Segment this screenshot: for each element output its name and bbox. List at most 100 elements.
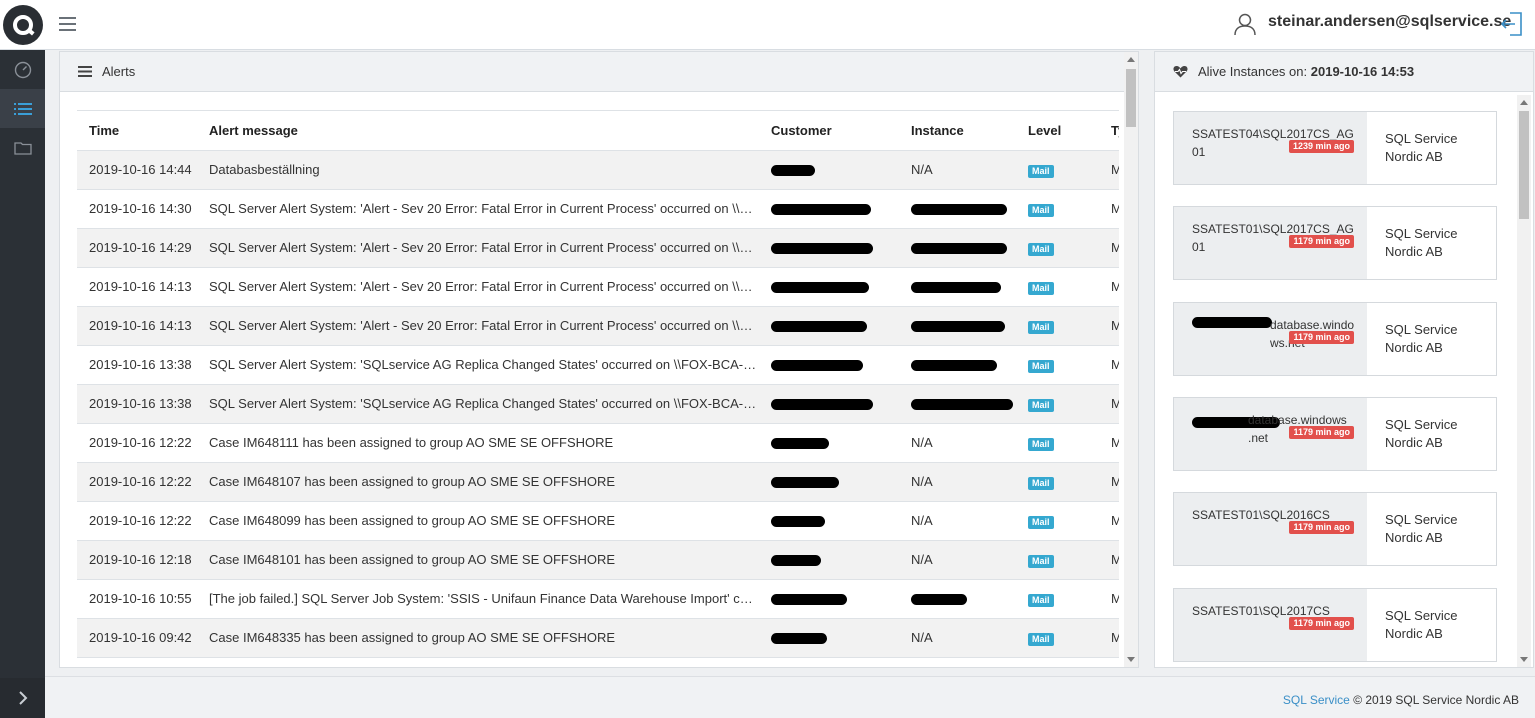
sidebar-expand-button[interactable]: [0, 678, 45, 718]
redaction-mark: [771, 321, 867, 333]
instance-card[interactable]: SSATEST04\SQL2017CS_AG 01 1239 min ago S…: [1173, 111, 1497, 185]
cell-customer: [759, 618, 899, 658]
cell-type: M: [1099, 618, 1119, 658]
table-row[interactable]: 2019-10-16 12:22 Case IM648111 has been …: [77, 423, 1119, 463]
table-row[interactable]: 2019-10-16 14:13 SQL Server Alert System…: [77, 306, 1119, 346]
cell-message: SQL Server Alert System: 'Alert - Sev 20…: [197, 267, 759, 307]
footer-link[interactable]: SQL Service: [1283, 693, 1350, 707]
alive-instances-panel: Alive Instances on: 2019-10-16 14:53 SSA…: [1154, 51, 1534, 668]
cell-message: SQL Server Alert System: 'Alert - Sev 20…: [197, 228, 759, 268]
instance-card[interactable]: SSATEST01\SQL2017CS 1179 min ago SQL Ser…: [1173, 588, 1497, 662]
alive-instances-title: Alive Instances on: 2019-10-16 14:53: [1198, 64, 1414, 79]
cell-message: Case IM648111 has been assigned to group…: [197, 423, 759, 463]
redaction-mark: [911, 282, 1001, 294]
alerts-scrollbar-thumb[interactable]: [1126, 69, 1136, 127]
level-badge: Mail: [1028, 242, 1054, 256]
redaction-mark: [911, 321, 1005, 333]
hamburger-icon[interactable]: [59, 17, 76, 32]
cell-type: M: [1099, 501, 1119, 541]
column-header-time[interactable]: Time: [77, 111, 197, 151]
cell-type: M: [1099, 228, 1119, 268]
table-row[interactable]: 2019-10-16 12:18 Case IM648101 has been …: [77, 540, 1119, 580]
column-header-alert-message[interactable]: Alert message: [197, 111, 759, 151]
table-row[interactable]: 2019-10-16 12:22 Case IM648099 has been …: [77, 501, 1119, 541]
level-badge: Mail: [1028, 164, 1054, 178]
logout-icon[interactable]: [1500, 11, 1524, 37]
footer-text: SQL Service © 2019 SQL Service Nordic AB: [1283, 693, 1519, 707]
alerts-table-body: 2019-10-16 14:44 Databasbeställning N/A …: [77, 150, 1119, 658]
instance-name-area: SSATEST01\SQL2016CS 1179 min ago: [1174, 493, 1367, 565]
cell-type: M: [1099, 423, 1119, 463]
redaction-mark: [911, 204, 1007, 216]
alerts-table: Time Alert message Customer Instance Lev…: [77, 111, 1119, 658]
table-row[interactable]: 2019-10-16 13:38 SQL Server Alert System…: [77, 345, 1119, 385]
cell-message: SQL Server Alert System: 'SQLservice AG …: [197, 384, 759, 424]
cell-instance: N/A: [899, 618, 1016, 658]
redaction-mark: [911, 360, 997, 372]
instances-scrollbar[interactable]: [1517, 95, 1531, 667]
table-row[interactable]: 2019-10-16 14:13 SQL Server Alert System…: [77, 267, 1119, 307]
cell-time: 2019-10-16 12:18: [77, 540, 197, 580]
cell-instance: [899, 267, 1016, 307]
instance-card[interactable]: SSATEST01\SQL2017CS_AG 01 1179 min ago S…: [1173, 206, 1497, 280]
column-header-level[interactable]: Level: [1016, 111, 1099, 151]
table-row[interactable]: 2019-10-16 10:55 [The job failed.] SQL S…: [77, 579, 1119, 619]
cell-level: Mail: [1016, 423, 1099, 463]
sidebar-item-folder[interactable]: [0, 128, 45, 167]
cell-message: [The job failed.] SQL Server Job System:…: [197, 579, 759, 619]
table-row[interactable]: 2019-10-16 14:30 SQL Server Alert System…: [77, 189, 1119, 229]
column-header-instance[interactable]: Instance: [899, 111, 1016, 151]
sidebar-item-dashboard[interactable]: [0, 50, 45, 89]
instance-card[interactable]: database.windows .net 1179 min ago SQL S…: [1173, 397, 1497, 471]
cell-type: M: [1099, 579, 1119, 619]
instance-name-area: database.windows .net 1179 min ago: [1174, 398, 1367, 470]
table-row[interactable]: 2019-10-16 12:22 Case IM648107 has been …: [77, 462, 1119, 502]
q-logo-icon[interactable]: [3, 5, 43, 45]
cell-customer: [759, 306, 899, 346]
cell-message: SQL Server Alert System: 'Alert - Sev 20…: [197, 306, 759, 346]
cell-instance: N/A: [899, 150, 1016, 190]
instance-customer: SQL Service Nordic AB: [1385, 322, 1458, 355]
table-row[interactable]: 2019-10-16 09:42 Case IM648335 has been …: [77, 618, 1119, 658]
column-header-type[interactable]: Ty: [1099, 111, 1119, 151]
cell-time: 2019-10-16 13:38: [77, 384, 197, 424]
heartbeat-icon: [1173, 66, 1188, 78]
instance-customer: SQL Service Nordic AB: [1385, 226, 1458, 259]
cell-level: Mail: [1016, 618, 1099, 658]
instances-scrollbar-thumb[interactable]: [1519, 111, 1529, 219]
redaction-mark: [771, 477, 839, 489]
cell-level: Mail: [1016, 501, 1099, 541]
sidebar-item-alerts[interactable]: [0, 89, 45, 128]
cell-instance: [899, 306, 1016, 346]
cell-time: 2019-10-16 12:22: [77, 501, 197, 541]
user-email[interactable]: steinar.andersen@sqlservice.se: [1268, 13, 1511, 31]
instance-card[interactable]: SSATEST01\SQL2016CS 1179 min ago SQL Ser…: [1173, 492, 1497, 566]
user-icon[interactable]: [1233, 12, 1257, 36]
cell-customer: [759, 384, 899, 424]
table-row[interactable]: 2019-10-16 13:38 SQL Server Alert System…: [77, 384, 1119, 424]
instance-card[interactable]: database.windo ws.net 1179 min ago SQL S…: [1173, 302, 1497, 376]
column-header-customer[interactable]: Customer: [759, 111, 899, 151]
level-badge: Mail: [1028, 203, 1054, 217]
last-seen-badge: 1179 min ago: [1289, 426, 1354, 439]
cell-customer: [759, 501, 899, 541]
level-badge: Mail: [1028, 632, 1054, 646]
list-icon: [13, 102, 32, 115]
level-badge: Mail: [1028, 437, 1054, 451]
instance-customer: SQL Service Nordic AB: [1385, 417, 1458, 450]
table-row[interactable]: 2019-10-16 14:29 SQL Server Alert System…: [77, 228, 1119, 268]
cell-type: M: [1099, 150, 1119, 190]
cell-type: M: [1099, 462, 1119, 502]
level-badge: Mail: [1028, 554, 1054, 568]
top-header: steinar.andersen@sqlservice.se: [0, 0, 1535, 50]
table-row[interactable]: 2019-10-16 14:44 Databasbeställning N/A …: [77, 150, 1119, 190]
last-seen-badge: 1179 min ago: [1289, 235, 1354, 248]
cell-customer: [759, 423, 899, 463]
cell-level: Mail: [1016, 228, 1099, 268]
instance-name-area: SSATEST01\SQL2017CS_AG 01 1179 min ago: [1174, 207, 1367, 279]
cell-level: Mail: [1016, 189, 1099, 229]
redaction-mark: [771, 633, 827, 645]
alerts-scrollbar[interactable]: [1124, 52, 1138, 667]
cell-time: 2019-10-16 14:30: [77, 189, 197, 229]
cell-customer: [759, 228, 899, 268]
